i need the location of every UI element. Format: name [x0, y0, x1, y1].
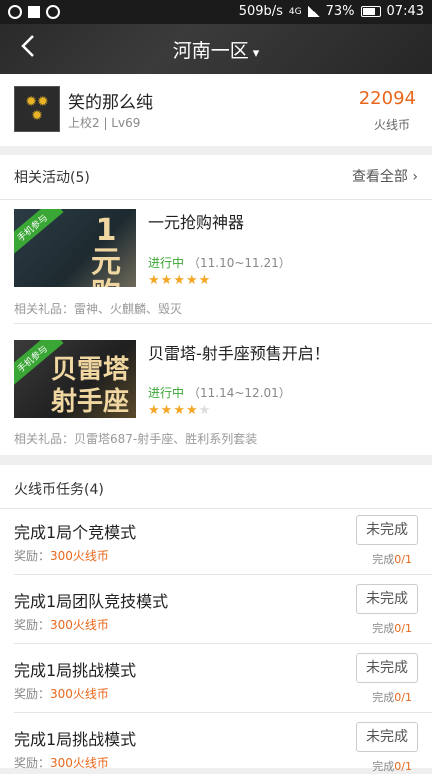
rank-badge: ✹✹ ✹	[14, 86, 60, 132]
nav-title-text: 河南一区	[172, 40, 249, 62]
task-title: 完成1局挑战模式	[14, 661, 137, 680]
coins-unit: 火线币	[373, 118, 410, 132]
view-all-link[interactable]: 查看全部 ›	[352, 166, 418, 186]
view-all-label: 查看全部	[351, 169, 408, 185]
mobile-tag: 手机参与	[14, 209, 64, 256]
notification-icon	[8, 5, 22, 19]
task-progress: 完成0/1	[372, 551, 412, 567]
chevron-right-icon: ›	[412, 169, 418, 185]
star-filled-icon: ★	[198, 273, 212, 288]
status-label: 进行中	[148, 386, 185, 400]
task-status-button[interactable]: 未完成	[356, 722, 418, 752]
battery-icon	[360, 6, 381, 17]
activity-thumbnail: 手机参与 1元购	[14, 209, 136, 287]
activity-date: （11.10~11.21）	[188, 256, 291, 270]
activity-rating: ★★★★★	[148, 273, 211, 288]
status-icons-right: 509b/s 4G 73% 07:43	[239, 4, 424, 19]
star-filled-icon: ★	[185, 403, 199, 418]
progress-label: 完成	[372, 760, 395, 773]
reward-label: 奖励：	[14, 549, 51, 563]
task-progress: 完成0/1	[372, 620, 412, 636]
activity-date: （11.14~12.01）	[188, 386, 291, 400]
task-progress: 完成0/1	[372, 758, 412, 774]
user-rank: 上校2 | Lv69	[68, 116, 141, 130]
nav-bar: 河南一区 ▾	[0, 24, 432, 74]
progress-value: 0/1	[394, 691, 412, 704]
task-title: 完成1局个竞模式	[14, 523, 137, 542]
activity-thumbnail: 手机参与 贝雷塔射手座	[14, 340, 136, 418]
divider	[0, 199, 432, 200]
progress-label: 完成	[372, 553, 395, 566]
progress-value: 0/1	[394, 760, 412, 773]
progress-label: 完成	[372, 691, 395, 704]
divider	[14, 712, 432, 713]
activity-title: 一元抢购神器	[148, 213, 245, 232]
star-filled-icon: ★	[148, 403, 161, 418]
user-card[interactable]: ✹✹ ✹ 笑的那么纯 上校2 | Lv69 22094 火线币	[0, 74, 432, 146]
star-filled-icon: ★	[148, 273, 161, 288]
activities-header: 相关活动(5)	[14, 170, 90, 186]
task-reward: 奖励：300火线币	[14, 547, 109, 564]
divider	[0, 508, 432, 509]
chevron-down-icon: ▾	[252, 46, 260, 61]
reward-label: 奖励：	[14, 618, 51, 632]
progress-value: 0/1	[394, 622, 412, 635]
task-reward: 奖励：300火线币	[14, 616, 109, 633]
activity-status: 进行中 （11.14~12.01）	[148, 384, 291, 401]
star-filled-icon: ★	[185, 273, 199, 288]
reward-value: 300火线币	[50, 549, 109, 563]
star-filled-icon: ★	[160, 403, 174, 418]
status-icons-left	[8, 5, 60, 19]
divider	[14, 574, 432, 575]
activity-gifts: 相关礼品：雷神、火麒麟、毁灭	[14, 302, 183, 316]
divider	[14, 323, 432, 324]
clock: 07:43	[386, 4, 424, 19]
battery-level: 73%	[325, 4, 355, 19]
status-bar: 509b/s 4G 73% 07:43	[0, 0, 432, 24]
rank-stars-icon: ✹✹ ✹	[25, 94, 49, 124]
signal-icon	[307, 6, 320, 17]
star-filled-icon: ★	[160, 273, 174, 288]
reward-value: 300火线币	[50, 687, 109, 701]
status-label: 进行中	[148, 256, 185, 270]
task-title: 完成1局团队竞技模式	[14, 592, 169, 611]
grid-icon	[28, 6, 40, 18]
divider	[14, 643, 432, 644]
progress-label: 完成	[372, 622, 395, 635]
progress-value: 0/1	[394, 553, 412, 566]
activities-section: 相关活动(5) 查看全部 › 手机参与 1元购 一元抢购神器 进行中（11.10…	[0, 155, 432, 455]
activity-rating: ★★★★★	[148, 403, 211, 418]
more-icon	[46, 5, 60, 19]
task-status-button[interactable]: 未完成	[356, 584, 418, 614]
reward-value: 300火线币	[50, 618, 109, 632]
task-title: 完成1局挑战模式	[14, 730, 137, 749]
thumbnail-text: 1元购	[91, 213, 121, 288]
star-filled-icon: ★	[173, 273, 186, 288]
activity-status: 进行中 （11.10~11.21）	[148, 254, 291, 271]
task-reward: 奖励：300火线币	[14, 685, 109, 702]
star-empty-icon: ★	[198, 403, 212, 418]
network-type: 4G	[288, 6, 302, 17]
activity-title: 贝雷塔-射手座预售开启！	[148, 344, 330, 363]
network-speed: 509b/s	[238, 4, 283, 19]
task-status-button[interactable]: 未完成	[356, 653, 418, 683]
user-name: 笑的那么纯	[68, 93, 153, 113]
activity-gifts: 相关礼品：贝雷塔687-射手座、胜利系列套装	[14, 432, 258, 446]
task-status-button[interactable]: 未完成	[356, 515, 418, 545]
star-filled-icon: ★	[173, 403, 186, 418]
tasks-header: 火线币任务(4)	[14, 482, 104, 498]
reward-label: 奖励：	[14, 687, 51, 701]
server-selector[interactable]: 河南一区 ▾	[0, 36, 432, 63]
thumbnail-text: 贝雷塔射手座	[50, 355, 129, 417]
task-reward: 奖励：300火线币	[14, 754, 109, 771]
task-progress: 完成0/1	[372, 689, 412, 705]
coins-value: 22094	[358, 88, 416, 109]
